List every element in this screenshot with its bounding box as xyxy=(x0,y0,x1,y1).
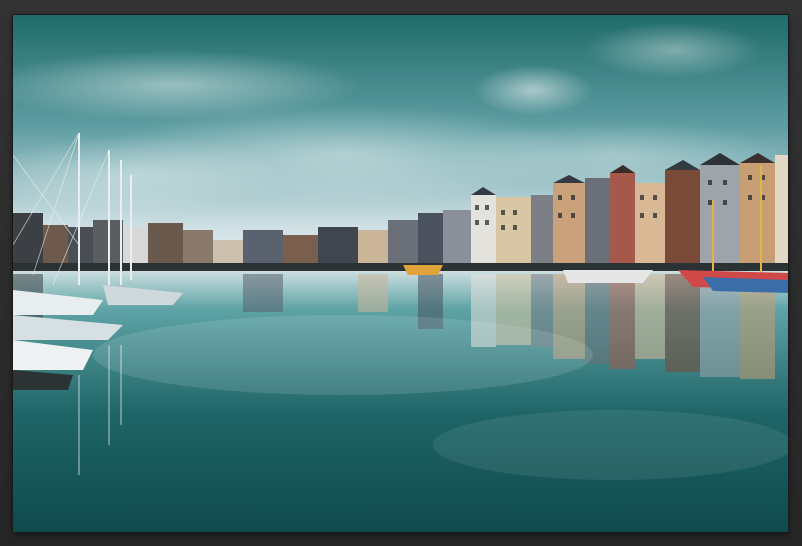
harbor-scene xyxy=(13,15,788,532)
cloud xyxy=(583,22,763,78)
cloud-reflection xyxy=(433,410,788,480)
harbor-photo xyxy=(13,15,788,532)
cloud-reflection xyxy=(93,315,593,395)
quay xyxy=(13,263,788,271)
cloud xyxy=(473,65,593,115)
picture-frame xyxy=(0,0,802,546)
